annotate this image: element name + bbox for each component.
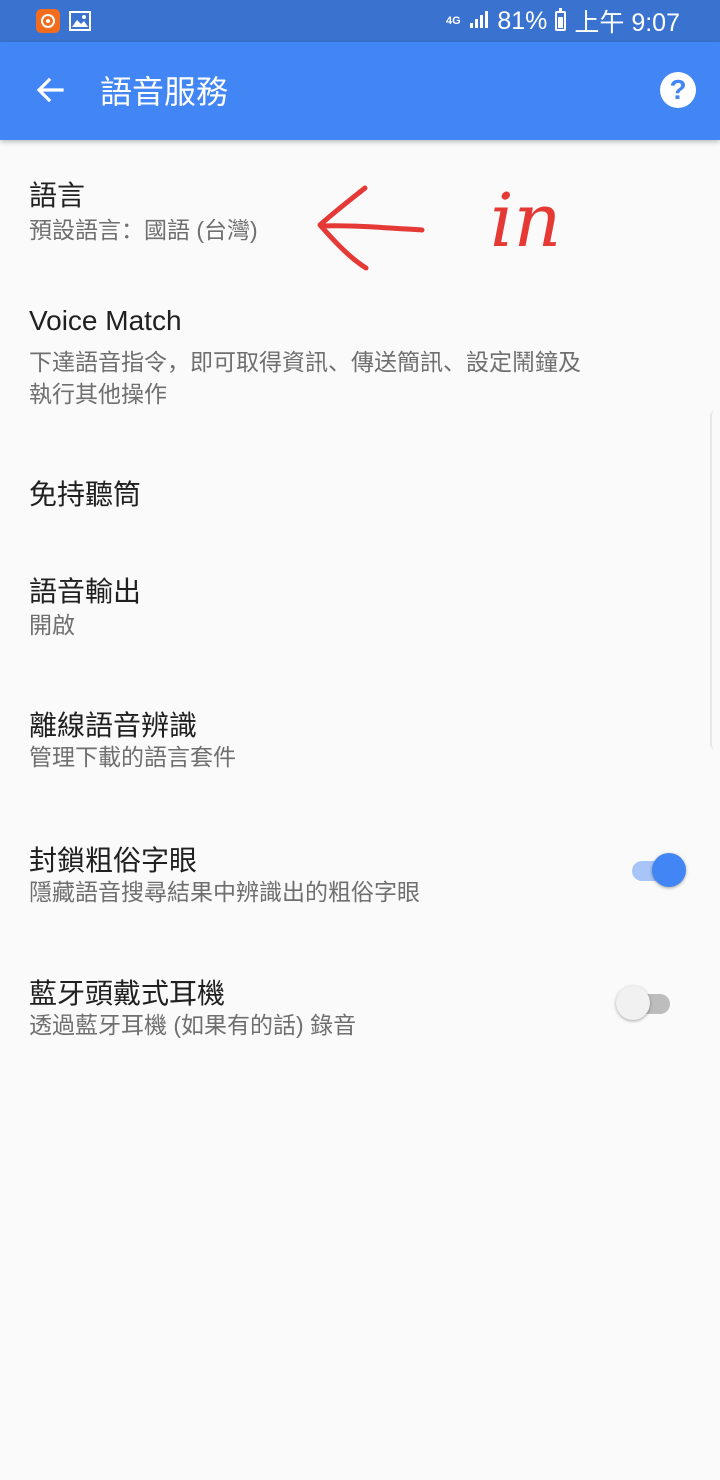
setting-title: Voice Match — [29, 305, 182, 336]
image-notification-icon — [68, 9, 92, 33]
annotation-text: in — [490, 178, 561, 264]
app-notification-icon — [36, 9, 60, 33]
battery-percent: 81% — [497, 6, 548, 35]
setting-title: 語音輸出 — [29, 576, 142, 607]
network-type: 4G — [446, 15, 461, 27]
setting-bluetooth-headset[interactable]: 藍牙頭戴式耳機 透過藍牙耳機 (如果有的話) 錄音 — [0, 950, 720, 1080]
help-icon[interactable]: ? — [660, 72, 696, 108]
setting-subtitle: 隱藏語音搜尋結果中辨識出的粗俗字眼 — [29, 879, 420, 905]
setting-hands-free[interactable]: 免持聽筒 — [0, 445, 720, 545]
toggle-thumb — [652, 853, 686, 887]
setting-title: 藍牙頭戴式耳機 — [29, 978, 226, 1009]
setting-voice-match[interactable]: Voice Match 下達語音指令，即可取得資訊、傳送簡訊、設定鬧鐘及執行其他… — [0, 275, 720, 445]
page-title: 語音服務 — [100, 74, 229, 110]
setting-speech-output[interactable]: 語音輸出 開啟 — [0, 545, 720, 680]
setting-subtitle: 開啟 — [29, 612, 75, 638]
scroll-edge — [710, 410, 720, 750]
setting-title: 語言 — [29, 180, 86, 211]
setting-title: 離線語音辨識 — [29, 710, 198, 741]
status-bar: 4G 81% 上午 9:07 — [0, 0, 720, 42]
arrow-back-icon[interactable] — [28, 68, 72, 112]
setting-title: 封鎖粗俗字眼 — [29, 845, 198, 876]
setting-subtitle: 透過藍牙耳機 (如果有的話) 錄音 — [29, 1012, 357, 1038]
block-offensive-toggle[interactable] — [630, 851, 690, 891]
app-bar: 語音服務 ? — [0, 42, 720, 140]
clock: 上午 9:07 — [574, 9, 680, 37]
notification-icons — [36, 9, 92, 33]
setting-subtitle: 下達語音指令，即可取得資訊、傳送簡訊、設定鬧鐘及執行其他操作 — [29, 349, 581, 407]
setting-offline-recognition[interactable]: 離線語音辨識 管理下載的語言套件 — [0, 680, 720, 815]
setting-title: 免持聽筒 — [29, 479, 142, 510]
bluetooth-headset-toggle[interactable] — [616, 984, 678, 1024]
setting-block-offensive[interactable]: 封鎖粗俗字眼 隱藏語音搜尋結果中辨識出的粗俗字眼 — [0, 815, 720, 950]
signal-icon — [469, 7, 489, 36]
setting-subtitle: 管理下載的語言套件 — [29, 744, 236, 770]
battery-icon — [555, 8, 567, 31]
handwritten-annotation: in — [317, 178, 561, 271]
toggle-thumb — [616, 986, 650, 1020]
